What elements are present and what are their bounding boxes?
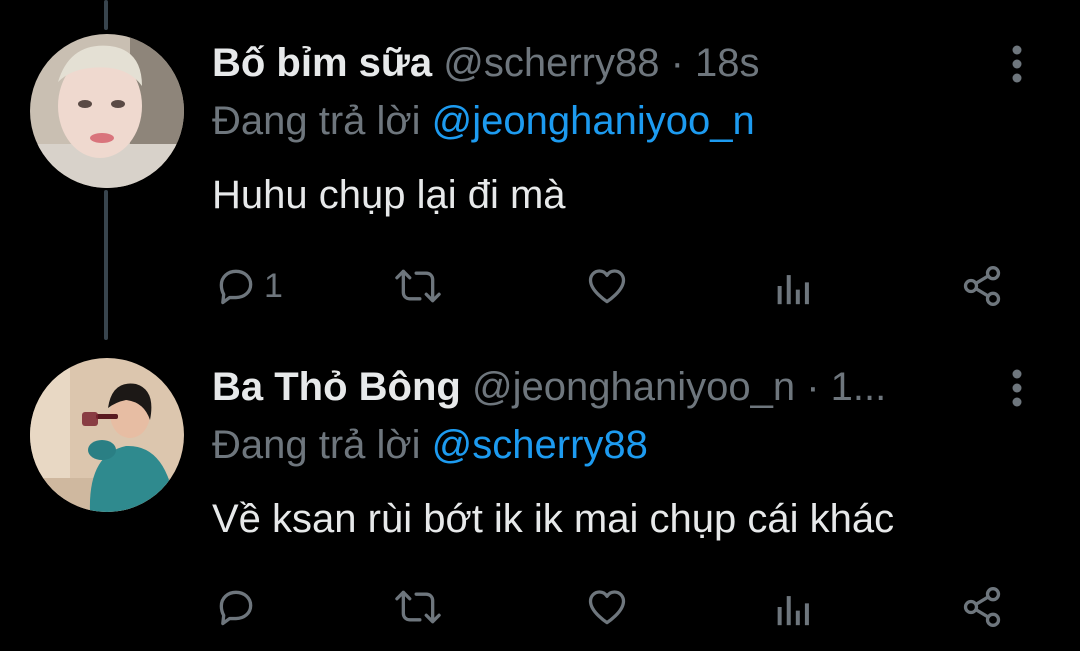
share-button[interactable] (960, 262, 1004, 310)
views-button[interactable] (774, 583, 814, 631)
reply-count: 1 (264, 266, 283, 305)
views-icon (777, 596, 809, 626)
user-handle[interactable]: @scherry88 (443, 41, 659, 85)
timestamp[interactable]: · 1... (806, 365, 886, 409)
retweet-icon (395, 590, 441, 624)
like-button[interactable] (584, 583, 630, 631)
like-button[interactable] (584, 262, 630, 310)
tweet-header: Bố bỉm sữa @scherry88 · 18s (212, 40, 760, 86)
tweet[interactable]: Bố bỉm sữa @scherry88 · 18s Đang trả lời… (0, 0, 1080, 340)
avatar[interactable] (30, 358, 184, 512)
reply-button[interactable]: 1 (214, 262, 283, 310)
tweet-header: Ba Thỏ Bông @jeonghaniyoo_n · 1... (212, 364, 886, 410)
views-icon (777, 275, 809, 305)
mention-link[interactable]: @jeonghaniyoo_n (432, 99, 755, 143)
tweet-text: Về ksan rùi bớt ik ik mai chụp cái khác (212, 497, 895, 541)
share-icon (963, 266, 1001, 306)
heart-icon (588, 269, 626, 304)
tweet-actions: 1 (212, 262, 1032, 310)
heart-icon (588, 590, 626, 625)
share-icon (963, 587, 1001, 627)
replying-to: Đang trả lời @jeonghaniyoo_n (212, 98, 755, 144)
views-button[interactable] (774, 262, 814, 310)
replying-to: Đang trả lời @scherry88 (212, 422, 648, 468)
more-options-icon[interactable] (1005, 368, 1029, 408)
tweet[interactable]: Ba Thỏ Bông @jeonghaniyoo_n · 1... Đang … (0, 340, 1080, 651)
retweet-button[interactable] (394, 262, 442, 310)
reply-icon (219, 269, 253, 305)
more-options-icon[interactable] (1005, 44, 1029, 84)
replying-prefix: Đang trả lời (212, 423, 421, 467)
reply-button[interactable] (214, 583, 264, 631)
retweet-icon (395, 269, 441, 303)
tweet-actions (212, 583, 1032, 631)
timestamp[interactable]: · 18s (671, 41, 760, 85)
display-name[interactable]: Bố bỉm sữa (212, 41, 432, 85)
tweet-text: Huhu chụp lại đi mà (212, 173, 566, 217)
user-handle[interactable]: @jeonghaniyoo_n (472, 365, 795, 409)
mention-link[interactable]: @scherry88 (432, 423, 648, 467)
display-name[interactable]: Ba Thỏ Bông (212, 365, 461, 409)
avatar[interactable] (30, 34, 184, 188)
reply-icon (219, 590, 253, 626)
replying-prefix: Đang trả lời (212, 99, 421, 143)
retweet-button[interactable] (394, 583, 442, 631)
share-button[interactable] (960, 583, 1004, 631)
